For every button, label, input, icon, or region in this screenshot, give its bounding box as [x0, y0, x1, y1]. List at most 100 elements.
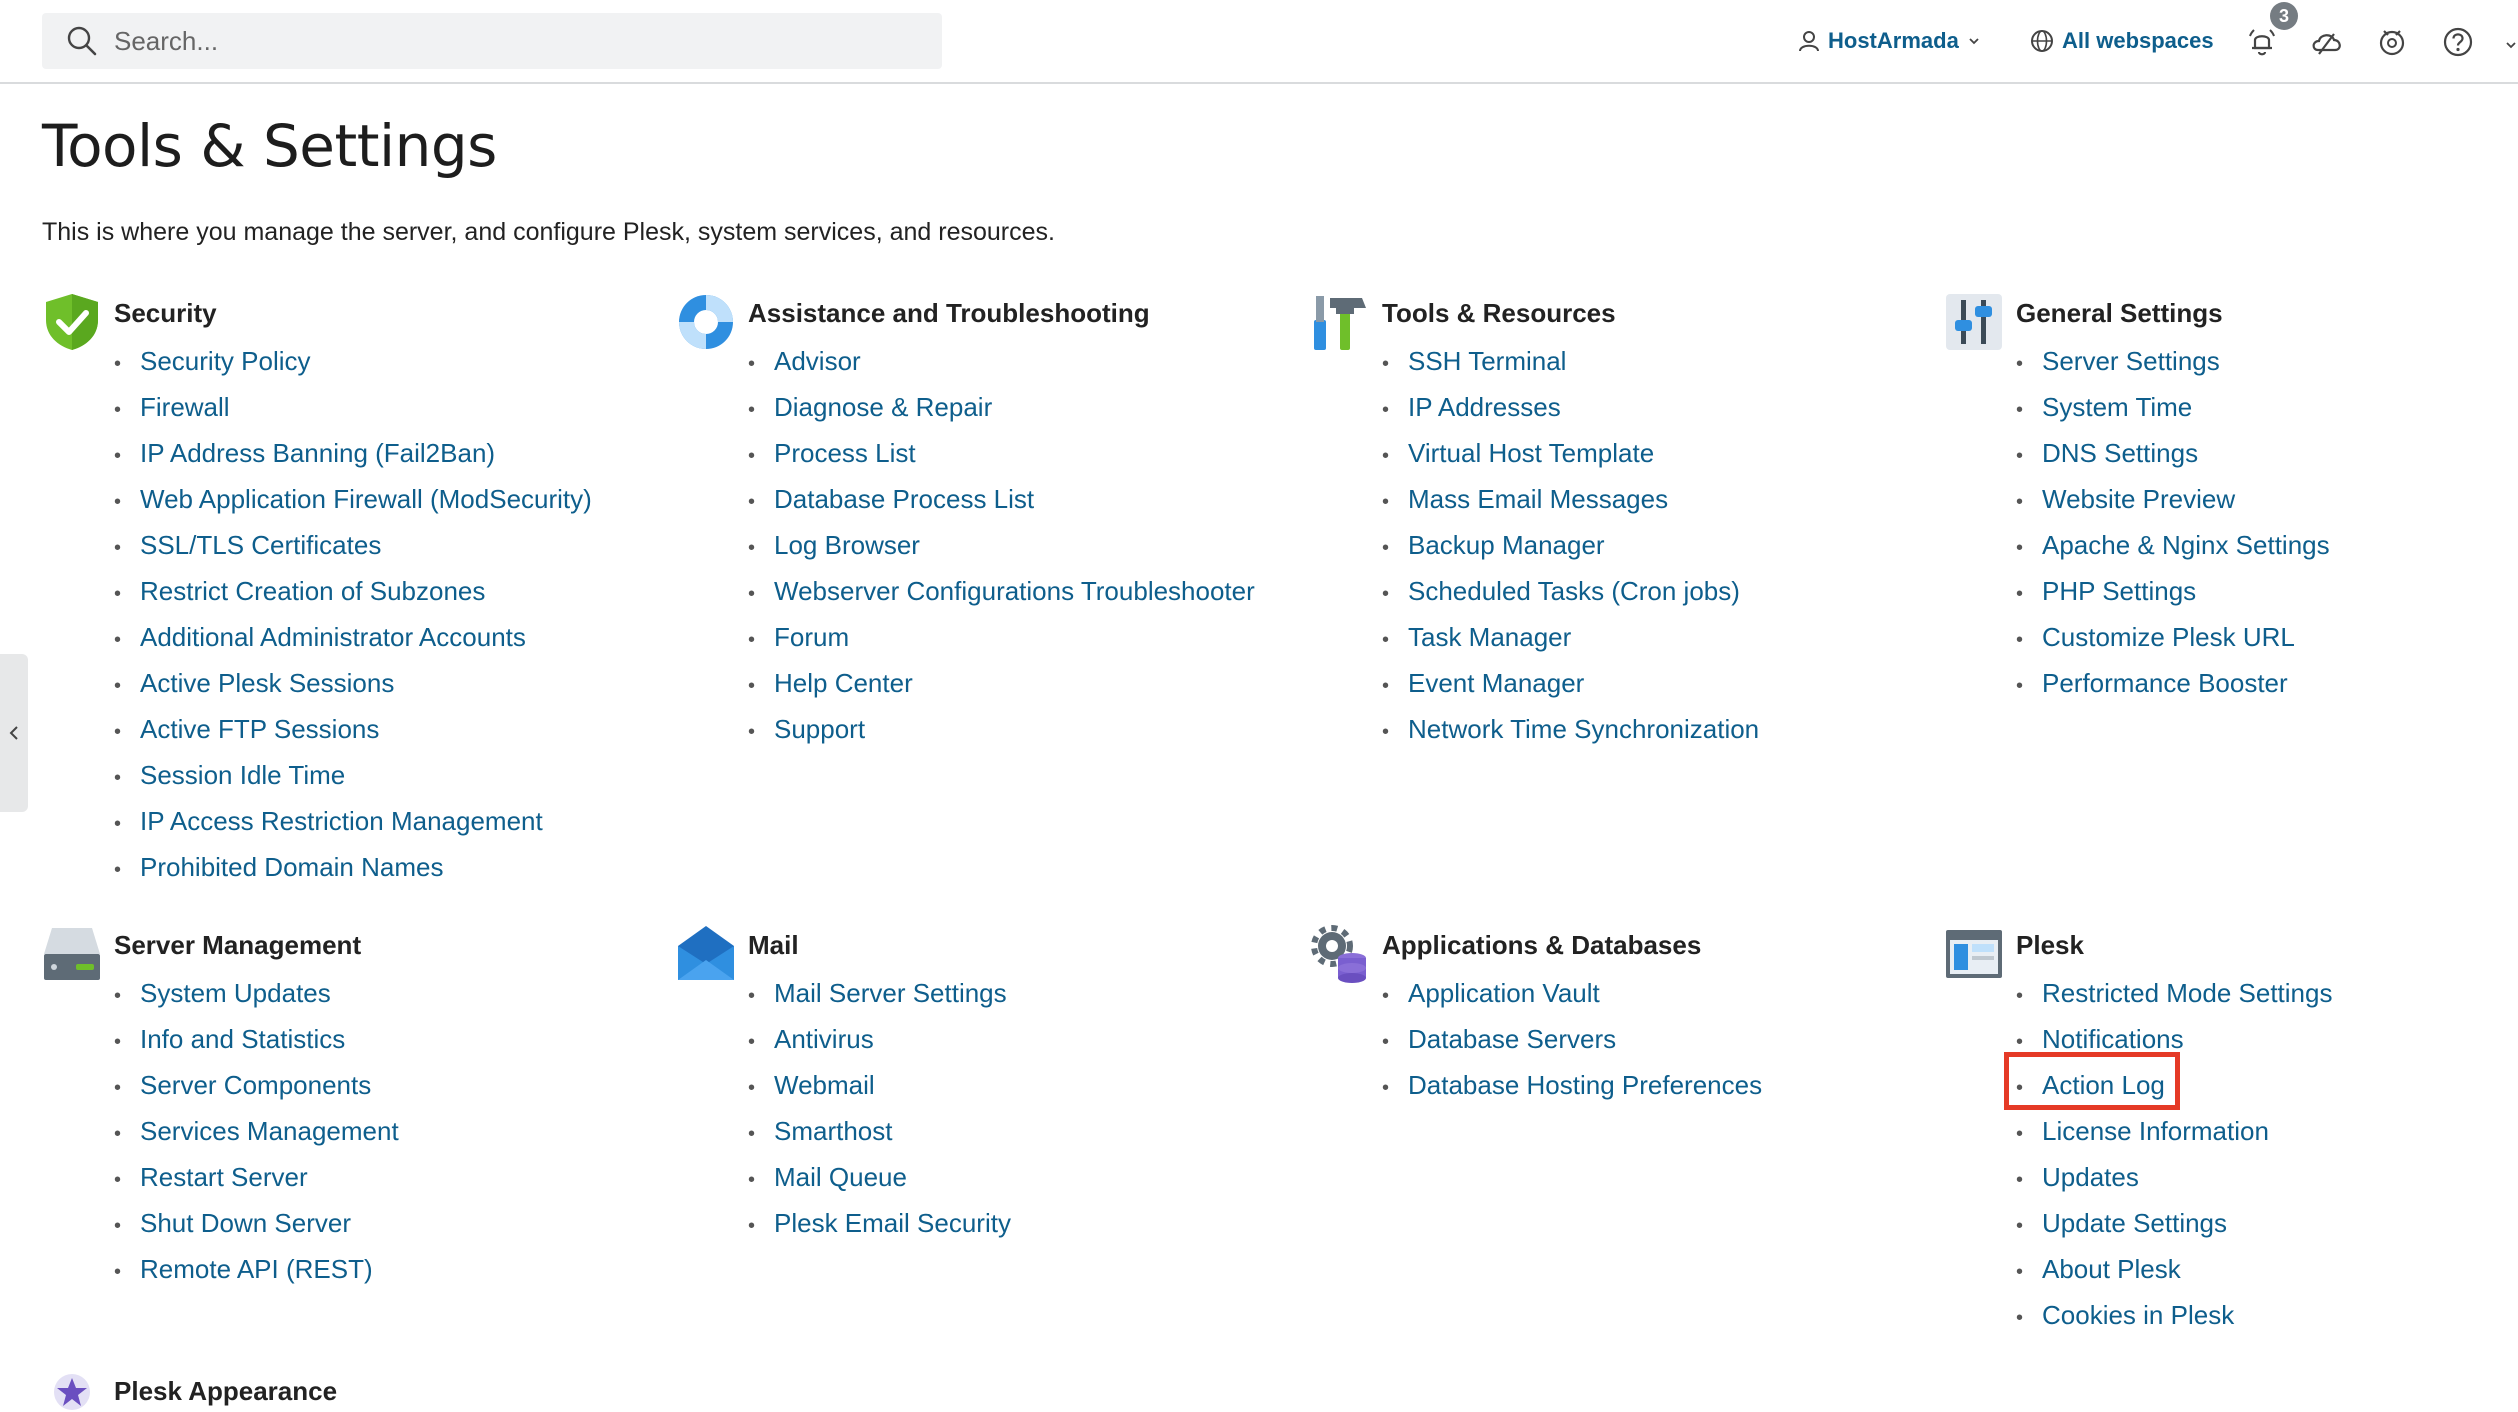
link[interactable]: Prohibited Domain Names — [140, 852, 443, 882]
list-item[interactable]: Application Vault — [1382, 970, 1762, 1016]
list-item[interactable]: Mass Email Messages — [1382, 476, 1759, 522]
link[interactable]: Updates — [2042, 1162, 2139, 1192]
list-item[interactable]: Database Servers — [1382, 1016, 1762, 1062]
link[interactable]: Additional Administrator Accounts — [140, 622, 526, 652]
list-item[interactable]: Apache & Nginx Settings — [2016, 522, 2330, 568]
list-item[interactable]: Server Settings — [2016, 338, 2330, 384]
link[interactable]: IP Access Restriction Management — [140, 806, 543, 836]
list-item[interactable]: Prohibited Domain Names — [114, 844, 592, 890]
link[interactable]: Notifications — [2042, 1024, 2184, 1054]
link[interactable]: IP Address Banning (Fail2Ban) — [140, 438, 495, 468]
list-item[interactable]: Backup Manager — [1382, 522, 1759, 568]
list-item[interactable]: Antivirus — [748, 1016, 1011, 1062]
link[interactable]: Scheduled Tasks (Cron jobs) — [1408, 576, 1740, 606]
link[interactable]: Performance Booster — [2042, 668, 2288, 698]
link[interactable]: Session Idle Time — [140, 760, 345, 790]
list-item[interactable]: License Information — [2016, 1108, 2332, 1154]
webspaces-menu[interactable]: All webspaces — [2030, 0, 2214, 82]
cloud-icon[interactable] — [2310, 26, 2344, 58]
list-item[interactable]: Remote API (REST) — [114, 1246, 399, 1292]
list-item[interactable]: SSL/TLS Certificates — [114, 522, 592, 568]
list-item[interactable]: PHP Settings — [2016, 568, 2330, 614]
link[interactable]: Services Management — [140, 1116, 399, 1146]
list-item[interactable]: Cookies in Plesk — [2016, 1292, 2332, 1338]
link[interactable]: Active Plesk Sessions — [140, 668, 394, 698]
list-item[interactable]: Server Components — [114, 1062, 399, 1108]
link[interactable]: Antivirus — [774, 1024, 874, 1054]
search-box[interactable] — [42, 13, 942, 69]
link[interactable]: Advisor — [774, 346, 861, 376]
link[interactable]: Support — [774, 714, 865, 744]
link[interactable]: Security Policy — [140, 346, 311, 376]
link[interactable]: Virtual Host Template — [1408, 438, 1654, 468]
list-item[interactable]: Mail Queue — [748, 1154, 1011, 1200]
list-item[interactable]: Update Settings — [2016, 1200, 2332, 1246]
link[interactable]: Help Center — [774, 668, 913, 698]
link[interactable]: Info and Statistics — [140, 1024, 345, 1054]
link[interactable]: About Plesk — [2042, 1254, 2181, 1284]
bell-icon[interactable] — [2246, 26, 2278, 58]
list-item[interactable]: IP Address Banning (Fail2Ban) — [114, 430, 592, 476]
link[interactable]: Remote API (REST) — [140, 1254, 373, 1284]
link[interactable]: DNS Settings — [2042, 438, 2198, 468]
link[interactable]: Restrict Creation of Subzones — [140, 576, 485, 606]
list-item[interactable]: Restricted Mode Settings — [2016, 970, 2332, 1016]
list-item[interactable]: Security Policy — [114, 338, 592, 384]
list-item[interactable]: SSH Terminal — [1382, 338, 1759, 384]
link[interactable]: Server Components — [140, 1070, 371, 1100]
link[interactable]: Backup Manager — [1408, 530, 1605, 560]
list-item[interactable]: Active Plesk Sessions — [114, 660, 592, 706]
list-item[interactable]: Process List — [748, 430, 1255, 476]
list-item[interactable]: Performance Booster — [2016, 660, 2330, 706]
link[interactable]: Cookies in Plesk — [2042, 1300, 2234, 1330]
list-item[interactable]: Scheduled Tasks (Cron jobs) — [1382, 568, 1759, 614]
list-item[interactable]: Shut Down Server — [114, 1200, 399, 1246]
list-item[interactable]: Mail Server Settings — [748, 970, 1011, 1016]
help-icon[interactable] — [2442, 26, 2474, 58]
list-item[interactable]: Event Manager — [1382, 660, 1759, 706]
list-item[interactable]: Database Process List — [748, 476, 1255, 522]
link[interactable]: Database Hosting Preferences — [1408, 1070, 1762, 1100]
link[interactable]: Network Time Synchronization — [1408, 714, 1759, 744]
list-item[interactable]: Plesk Email Security — [748, 1200, 1011, 1246]
link[interactable]: License Information — [2042, 1116, 2269, 1146]
link[interactable]: Plesk Email Security — [774, 1208, 1011, 1238]
list-item[interactable]: Network Time Synchronization — [1382, 706, 1759, 752]
link[interactable]: Database Process List — [774, 484, 1034, 514]
list-item[interactable]: Task Manager — [1382, 614, 1759, 660]
link[interactable]: Update Settings — [2042, 1208, 2227, 1238]
link[interactable]: Log Browser — [774, 530, 920, 560]
list-item[interactable]: Active FTP Sessions — [114, 706, 592, 752]
link[interactable]: Forum — [774, 622, 849, 652]
list-item[interactable]: System Time — [2016, 384, 2330, 430]
list-item[interactable]: System Updates — [114, 970, 399, 1016]
list-item[interactable]: Smarthost — [748, 1108, 1011, 1154]
link[interactable]: Application Vault — [1408, 978, 1600, 1008]
list-item[interactable]: Log Browser — [748, 522, 1255, 568]
list-item[interactable]: Info and Statistics — [114, 1016, 399, 1062]
list-item[interactable]: Services Management — [114, 1108, 399, 1154]
link[interactable]: Web Application Firewall (ModSecurity) — [140, 484, 592, 514]
list-item[interactable]: Virtual Host Template — [1382, 430, 1759, 476]
user-menu[interactable]: HostArmada — [1798, 0, 1981, 82]
link[interactable]: Mail Server Settings — [774, 978, 1007, 1008]
link[interactable]: Server Settings — [2042, 346, 2220, 376]
list-item[interactable]: Restart Server — [114, 1154, 399, 1200]
link[interactable]: System Updates — [140, 978, 331, 1008]
link[interactable]: Shut Down Server — [140, 1208, 351, 1238]
link[interactable]: Event Manager — [1408, 668, 1584, 698]
link[interactable]: Mail Queue — [774, 1162, 907, 1192]
list-item[interactable]: DNS Settings — [2016, 430, 2330, 476]
list-item[interactable]: Support — [748, 706, 1255, 752]
list-item[interactable]: Customize Plesk URL — [2016, 614, 2330, 660]
link[interactable]: Restart Server — [140, 1162, 308, 1192]
search-input[interactable] — [112, 24, 896, 58]
list-item[interactable]: Diagnose & Repair — [748, 384, 1255, 430]
link[interactable]: Customize Plesk URL — [2042, 622, 2295, 652]
sidebar-expand-tab[interactable] — [0, 654, 28, 812]
chevron-down-icon[interactable] — [2504, 38, 2518, 52]
link[interactable]: SSL/TLS Certificates — [140, 530, 381, 560]
list-item[interactable]: Advisor — [748, 338, 1255, 384]
link[interactable]: Firewall — [140, 392, 230, 422]
list-item[interactable]: Help Center — [748, 660, 1255, 706]
